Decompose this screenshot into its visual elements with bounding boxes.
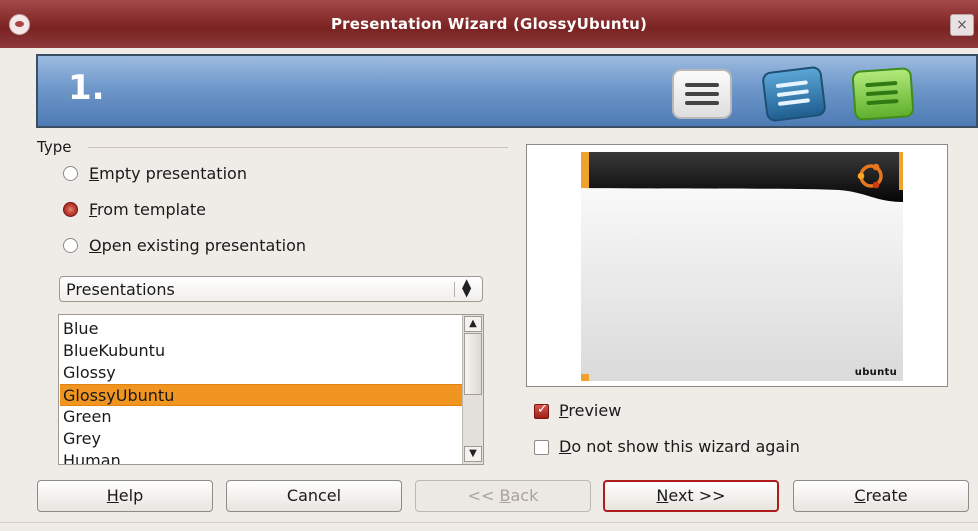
list-item[interactable]: Glossy (60, 362, 462, 384)
scroll-up-icon[interactable]: ▲ (464, 316, 482, 332)
list-item-selected[interactable]: GlossyUbuntu (60, 384, 462, 406)
dont-show-wizard-checkbox[interactable] (534, 440, 549, 455)
create-button[interactable]: Create (793, 480, 969, 512)
combo-separator (454, 282, 455, 297)
list-item[interactable]: BlueKubuntu (60, 340, 462, 362)
bottom-divider (0, 522, 978, 523)
list-scrollbar[interactable]: ▲ ▼ (462, 315, 483, 464)
text-layout-icon (761, 65, 827, 123)
help-button[interactable]: Help (37, 480, 213, 512)
group-divider (88, 147, 508, 148)
radio-button-selected[interactable] (63, 202, 78, 217)
template-list[interactable]: Blue BlueKubuntu Glossy GlossyUbuntu Gre… (58, 314, 484, 465)
next-button[interactable]: Next >> (603, 480, 779, 512)
title-bar: Presentation Wizard (GlossyUbuntu) × (0, 0, 978, 48)
step-number: 1. (68, 68, 105, 108)
page-layout-icon (672, 69, 732, 119)
radio-button[interactable] (63, 238, 78, 253)
preview-checkbox[interactable] (534, 402, 549, 419)
scroll-down-icon[interactable]: ▼ (464, 446, 482, 462)
type-group-label: Type (37, 138, 72, 156)
list-item[interactable]: Blue (60, 318, 462, 340)
radio-button[interactable] (63, 166, 78, 181)
window-title: Presentation Wizard (GlossyUbuntu) (330, 15, 648, 33)
updown-arrows-icon[interactable]: ▲ ▼ (462, 277, 471, 298)
step-banner: 1. (36, 54, 978, 128)
ubuntu-brand-text: ubuntu (854, 367, 897, 378)
list-item[interactable]: Grey (60, 428, 462, 450)
cancel-button[interactable]: Cancel (226, 480, 402, 512)
list-item[interactable]: Green (60, 406, 462, 428)
wizard-dialog: 1. Type Empty presentation From template… (0, 48, 978, 531)
template-category-select[interactable]: Presentations ▲ ▼ (59, 276, 483, 302)
glossy-slide-graphic (581, 152, 903, 381)
list-item[interactable]: Human (60, 450, 462, 464)
back-button[interactable]: << Back (415, 480, 591, 512)
green-layout-icon (851, 66, 915, 122)
preview-panel: ubuntu (526, 144, 948, 387)
category-selected-value: Presentations (66, 280, 175, 299)
close-icon[interactable]: × (950, 14, 974, 36)
template-preview-slide: ubuntu (581, 152, 903, 381)
scroll-thumb[interactable] (464, 333, 482, 395)
